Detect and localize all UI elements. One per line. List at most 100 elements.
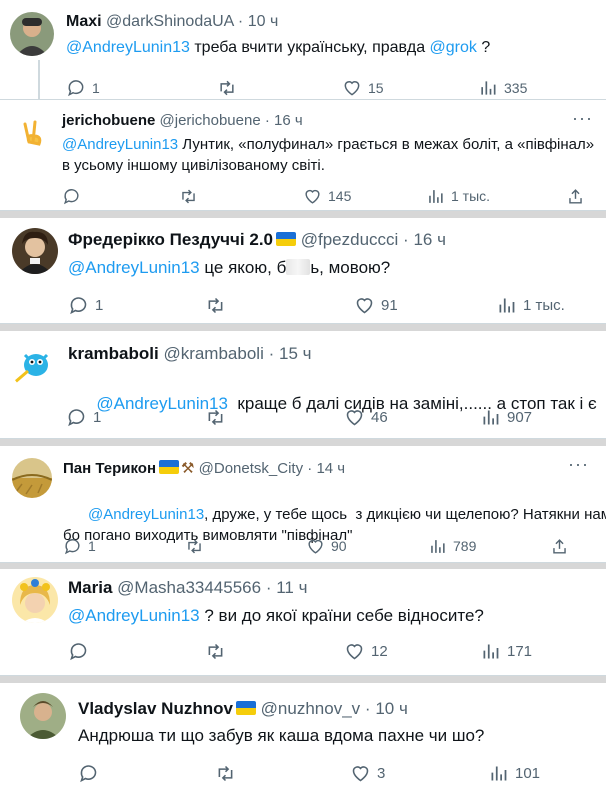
tweet-maria[interactable]: Maria @Masha33445566 · 11 ч @AndreyLunin… — [0, 569, 606, 676]
display-name[interactable]: Maxi — [66, 13, 102, 30]
share-button[interactable] — [550, 534, 569, 558]
views-count: 101 — [515, 764, 541, 782]
views-icon — [491, 766, 507, 780]
reply-button[interactable]: 1 — [68, 293, 103, 317]
mention-link[interactable]: @AndreyLunin13 — [62, 136, 178, 153]
mention-link[interactable]: @AndreyLunin13 — [88, 506, 204, 523]
more-icon[interactable]: ··· — [568, 454, 589, 475]
user-handle[interactable]: @nuzhnov_v — [261, 699, 361, 718]
views-button[interactable]: 171 — [480, 639, 532, 663]
user-handle[interactable]: @darkShinodaUA — [106, 13, 233, 30]
hammer-pick-emoji: ⚒ — [181, 460, 195, 477]
views-button[interactable]: 335 — [478, 76, 527, 100]
avatar[interactable] — [10, 343, 56, 389]
avatar[interactable] — [12, 228, 58, 274]
tweet-nuzhnov[interactable]: Vladyslav Nuzhnov @nuzhnov_v · 10 ч Андр… — [0, 683, 606, 800]
timestamp[interactable]: 11 ч — [276, 578, 307, 597]
retweet-button[interactable] — [204, 405, 233, 429]
mention-link[interactable]: @AndreyLunin13 — [68, 258, 200, 277]
views-button[interactable]: 101 — [488, 761, 540, 785]
retweet-button[interactable] — [216, 76, 244, 100]
action-bar: 1 90 789 — [0, 534, 606, 558]
tweet-jerichobuene[interactable]: jerichobuene @jerichobuene · 16 ч ··· @A… — [0, 100, 606, 211]
views-button[interactable]: 1 тыс. — [426, 184, 490, 208]
tweet-fpezduccci[interactable]: Фредерікко Пездуччі 2.0 @fpezduccci · 16… — [0, 218, 606, 324]
like-icon — [305, 189, 320, 204]
retweet-icon — [208, 643, 223, 659]
avatar[interactable] — [10, 12, 54, 56]
retweet-button[interactable] — [204, 639, 233, 663]
user-handle[interactable]: @jerichobuene — [160, 112, 261, 129]
mention-link[interactable]: @AndreyLunin13 — [66, 39, 190, 56]
views-button[interactable]: 789 — [428, 534, 476, 558]
like-button[interactable]: 15 — [342, 76, 384, 100]
reply-feed: Maxi @darkShinodaUA · 10 ч @AndreyLunin1… — [0, 0, 606, 800]
views-button[interactable]: 1 тыс. — [496, 293, 565, 317]
views-button[interactable]: 907 — [480, 405, 532, 429]
share-button[interactable] — [566, 184, 585, 208]
timestamp[interactable]: 16 ч — [274, 112, 303, 129]
like-count: 90 — [331, 538, 347, 554]
display-name[interactable]: krambaboli — [68, 344, 159, 363]
like-count: 3 — [377, 764, 386, 782]
views-icon — [431, 539, 445, 553]
display-name[interactable]: Фредерікко Пездуччі 2.0 — [68, 230, 273, 249]
user-handle[interactable]: @krambaboli — [163, 344, 263, 363]
display-name[interactable]: Maria — [68, 578, 112, 597]
reply-button[interactable] — [78, 761, 105, 785]
user-handle[interactable]: @Donetsk_City — [199, 460, 303, 477]
more-icon[interactable]: ··· — [572, 108, 593, 129]
display-name[interactable]: jerichobuene — [62, 112, 155, 129]
retweet-button[interactable] — [178, 184, 205, 208]
reply-count: 1 — [95, 296, 104, 314]
views-count: 907 — [507, 408, 533, 426]
like-button[interactable]: 145 — [303, 184, 351, 208]
mention-link[interactable]: @grok — [430, 39, 477, 56]
like-button[interactable]: 90 — [306, 534, 347, 558]
tweet-donetsk-city[interactable]: Пан Терикон ⚒ @Donetsk_City · 14 ч ··· @A… — [0, 446, 606, 563]
display-name[interactable]: Vladyslav Nuzhnov — [78, 699, 233, 718]
mention-link[interactable]: @AndreyLunin13 — [68, 606, 200, 625]
timestamp[interactable]: 16 ч — [413, 230, 446, 249]
like-button[interactable]: 12 — [344, 639, 388, 663]
ukraine-flag-emoji — [276, 232, 296, 246]
avatar[interactable] — [12, 458, 52, 498]
tweet-text-segment: , друже, у тебе щось з дикцією чи щелепо… — [204, 506, 606, 523]
views-icon — [429, 189, 443, 203]
retweet-button[interactable] — [204, 293, 233, 317]
reply-icon — [70, 642, 87, 660]
tweet-krambaboli[interactable]: krambaboli @krambaboli · 15 ч @AndreyLun… — [0, 331, 606, 439]
like-icon — [356, 297, 373, 313]
like-button[interactable]: 91 — [354, 293, 398, 317]
timestamp[interactable]: 15 ч — [279, 344, 312, 363]
like-icon — [346, 643, 363, 659]
like-icon — [346, 409, 363, 425]
share-icon — [553, 538, 566, 554]
display-name[interactable]: Пан Терикон — [63, 460, 156, 477]
reply-button[interactable] — [68, 639, 95, 663]
like-button[interactable]: 46 — [344, 405, 388, 429]
retweet-button[interactable] — [214, 761, 243, 785]
reply-button[interactable]: 1 — [66, 405, 101, 429]
reply-button[interactable]: 1 — [66, 76, 100, 100]
retweet-icon — [218, 765, 233, 781]
reply-button[interactable] — [62, 184, 87, 208]
retweet-button[interactable] — [184, 534, 211, 558]
user-handle[interactable]: @fpezduccci — [301, 230, 399, 249]
timestamp[interactable]: 10 ч — [375, 699, 408, 718]
avatar[interactable] — [14, 112, 52, 150]
action-bar: 12 171 — [0, 639, 606, 663]
timestamp[interactable]: 14 ч — [316, 460, 345, 477]
share-icon — [569, 188, 582, 204]
action-bar: 145 1 тыс. — [0, 184, 606, 208]
like-button[interactable]: 3 — [350, 761, 385, 785]
tweet-maxi[interactable]: Maxi @darkShinodaUA · 10 ч @AndreyLunin1… — [0, 0, 606, 100]
censor-blur — [286, 259, 311, 275]
user-handle[interactable]: @Masha33445566 — [117, 578, 261, 597]
timestamp[interactable]: 10 ч — [248, 13, 279, 30]
avatar[interactable] — [20, 693, 66, 739]
retweet-icon — [208, 409, 223, 425]
avatar[interactable] — [12, 577, 58, 623]
reply-button[interactable]: 1 — [63, 534, 96, 558]
tweet-text: @AndreyLunin13 треба вчити українську, п… — [66, 37, 490, 59]
